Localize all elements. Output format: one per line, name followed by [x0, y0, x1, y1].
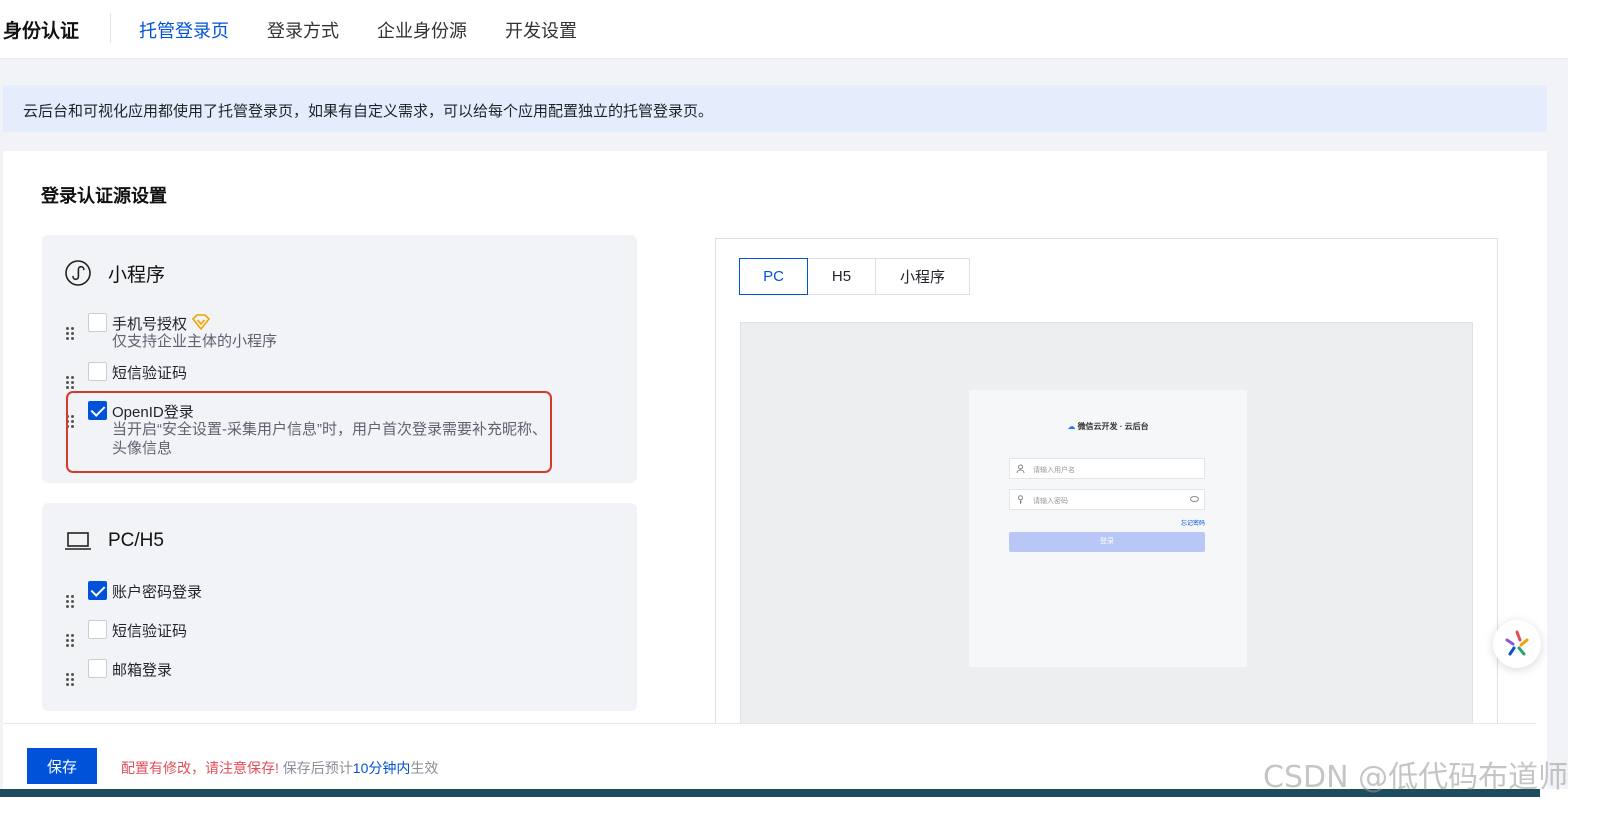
option-sms-code: 短信验证码 [66, 620, 606, 647]
divider [110, 13, 111, 43]
assistant-icon [1505, 630, 1529, 656]
login-brand: ☁ 微信云开发 · 云后台 [969, 421, 1247, 432]
option-phone-auth: 手机号授权 仅支持企业主体的小程序 [66, 313, 606, 353]
pc-h5-group: PC/H5 账户密码登录 短信验证码 邮箱登录 [42, 503, 637, 711]
tab-enterprise-identity[interactable]: 企业身份源 [377, 17, 467, 43]
preview-tabs: PC H5 小程序 [739, 258, 970, 295]
option-email-login: 邮箱登录 [66, 659, 606, 686]
checkbox[interactable] [88, 313, 107, 332]
save-status-message: 配置有修改，请注意保存! 保存后预计10分钟内生效 [121, 758, 438, 778]
forgot-password-link[interactable]: 忘记密码 [1181, 518, 1205, 527]
mini-program-icon [65, 260, 91, 286]
assistant-float-button[interactable] [1493, 620, 1541, 668]
login-button[interactable]: 登录 [1009, 532, 1205, 552]
checkbox[interactable] [88, 362, 107, 381]
drag-handle-icon[interactable] [66, 595, 76, 609]
option-description: 仅支持企业主体的小程序 [112, 333, 278, 350]
option-label: 短信验证码 [112, 623, 188, 640]
username-placeholder: 请输入用户名 [1033, 467, 1075, 474]
preview-tab-mini-program[interactable]: 小程序 [875, 258, 970, 295]
checkbox-checked[interactable] [88, 581, 107, 600]
password-field[interactable]: 请输入密码 [1009, 489, 1205, 510]
checkbox[interactable] [88, 659, 107, 678]
login-preview-panel: PC H5 小程序 ☁ 微信云开发 · 云后台 请输入用户名 请输入密码 忘记密… [715, 238, 1498, 732]
checkbox[interactable] [88, 620, 107, 639]
login-brand-text: 微信云开发 · 云后台 [1077, 422, 1149, 431]
vip-diamond-icon [192, 314, 210, 330]
option-sms-code: 短信验证码 [66, 362, 606, 389]
drag-handle-icon[interactable] [66, 673, 76, 687]
preview-tab-pc[interactable]: PC [739, 258, 808, 295]
section-title: 登录认证源设置 [41, 186, 167, 206]
top-navigation: 身份认证 托管登录页 登录方式 企业身份源 开发设置 [0, 0, 1568, 59]
watermark: CSDN @低代码布道师 [1263, 760, 1569, 795]
password-placeholder: 请输入密码 [1033, 498, 1068, 505]
cloud-icon: ☁ [1067, 422, 1076, 431]
tab-login-methods[interactable]: 登录方式 [267, 17, 339, 43]
unsaved-warning: 配置有修改，请注意保存! [121, 760, 279, 776]
laptop-icon [65, 532, 91, 550]
preview-canvas: ☁ 微信云开发 · 云后台 请输入用户名 请输入密码 忘记密码 登录 [740, 322, 1473, 732]
group-header: PC/H5 [64, 527, 164, 555]
effect-hint-pre: 保存后预计 [282, 760, 353, 776]
page-brand: 身份认证 [3, 21, 80, 42]
drag-handle-icon[interactable] [66, 634, 76, 648]
drag-handle-icon[interactable] [66, 327, 76, 341]
eye-icon[interactable] [1190, 496, 1199, 502]
option-label: 短信验证码 [112, 365, 188, 382]
key-icon [1018, 495, 1023, 504]
group-title: 小程序 [108, 264, 166, 286]
user-icon [1016, 464, 1025, 473]
tab-hosted-login[interactable]: 托管登录页 [139, 17, 229, 43]
right-gutter [1568, 0, 1610, 819]
group-header: 小程序 [64, 259, 165, 287]
username-field[interactable]: 请输入用户名 [1009, 458, 1205, 479]
option-label: 手机号授权 [112, 316, 188, 333]
info-notice: 云后台和可视化应用都使用了托管登录页，如果有自定义需求，可以给每个应用配置独立的… [3, 85, 1547, 132]
option-password-login: 账户密码登录 [66, 581, 606, 608]
group-title: PC/H5 [108, 530, 164, 551]
nav-tabs: 托管登录页 登录方式 企业身份源 开发设置 [139, 17, 615, 43]
save-button[interactable]: 保存 [27, 748, 97, 784]
option-label: 邮箱登录 [112, 662, 173, 679]
effect-hint-post: 生效 [410, 760, 439, 776]
settings-card: 登录认证源设置 小程序 手机号授权 仅支持企业主体的小程序 短信验证码 Open… [3, 151, 1547, 791]
login-mockup: ☁ 微信云开发 · 云后台 请输入用户名 请输入密码 忘记密码 登录 [969, 390, 1247, 667]
effect-hint-time: 10分钟内 [352, 760, 411, 776]
option-label: 账户密码登录 [112, 584, 203, 601]
highlight-annotation [66, 391, 552, 473]
preview-tab-h5[interactable]: H5 [807, 258, 876, 295]
drag-handle-icon[interactable] [66, 376, 76, 390]
tab-dev-settings[interactable]: 开发设置 [505, 17, 577, 43]
